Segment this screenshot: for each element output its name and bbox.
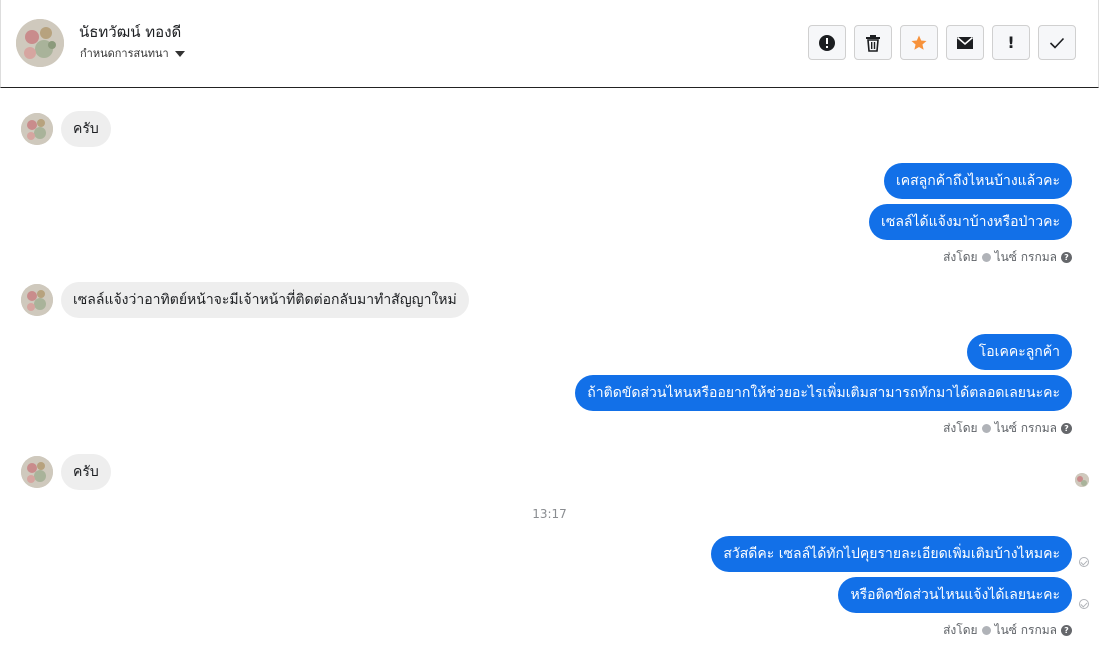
mark-unread-button[interactable] [946,25,984,60]
trash-icon [866,34,880,52]
alert-circle-icon [819,34,835,51]
sent-by-prefix: ส่งโดย [943,250,978,264]
sent-by-name: ไนซ์ กรกมล [994,623,1057,637]
outgoing-message-bubble[interactable]: เคสลูกค้าถึงไหนบ้างแล้วคะ [883,163,1072,199]
incoming-message-row: เซลล์แจ้งว่าอาทิตย์หน้าจะมีเจ้าหน้าที่ติ… [21,282,469,318]
agent-status-icon [981,424,991,433]
contact-avatar-small [21,456,53,488]
envelope-icon [956,36,974,49]
delivered-check-icon [1079,557,1089,567]
delete-button[interactable] [854,25,892,60]
conversation-assignment-label: กำหนดการสนทนา [80,47,169,60]
outgoing-message-bubble[interactable]: สวัสดีคะ เซลล์ได้ทักไปคุยรายละเอียดเพิ่ม… [711,536,1072,572]
time-separator: 13:17 [532,507,567,521]
help-icon[interactable]: ? [1061,252,1072,263]
sent-by-name: ไนซ์ กรกมล [994,421,1057,435]
incoming-message-row: ครับ [21,111,111,147]
star-icon [911,35,927,50]
spam-button[interactable]: ! [992,25,1030,60]
incoming-message-row: ครับ [21,454,111,490]
check-icon [1049,37,1065,49]
outgoing-message-bubble[interactable]: โอเคคะลูกค้า [966,334,1072,370]
caret-down-icon [174,51,185,57]
seen-avatar [1075,473,1089,487]
help-icon[interactable]: ? [1061,625,1072,636]
outgoing-message-bubble[interactable]: หรือติดขัดส่วนไหนแจ้งได้เลยนะคะ [838,577,1072,613]
star-button[interactable] [900,25,938,60]
message-thread[interactable]: ครับ เคสลูกค้าถึงไหนบ้างแล้วคะ เซลล์ได้แ… [0,89,1099,652]
contact-avatar-small [21,284,53,316]
alert-button[interactable] [808,25,846,60]
exclamation-icon: ! [1007,33,1015,52]
sent-by-prefix: ส่งโดย [943,421,978,435]
delivered-check-icon [1079,599,1089,609]
contact-name[interactable]: นัธทวัฒน์ ทองดี [79,20,181,44]
sent-by-info: ส่งโดย ไนซ์ กรกมล ? [943,248,1072,267]
mark-done-button[interactable] [1038,25,1076,60]
sent-by-info: ส่งโดย ไนซ์ กรกมล ? [943,621,1072,640]
outgoing-message-bubble[interactable]: ถ้าติดขัดส่วนไหนหรืออยากให้ช่วยอะไรเพิ่ม… [575,375,1072,411]
conversation-assignment-dropdown[interactable]: กำหนดการสนทนา [80,44,185,62]
help-icon[interactable]: ? [1061,423,1072,434]
incoming-message-bubble[interactable]: เซลล์แจ้งว่าอาทิตย์หน้าจะมีเจ้าหน้าที่ติ… [61,282,469,318]
contact-avatar[interactable] [16,19,64,67]
sent-by-prefix: ส่งโดย [943,623,978,637]
incoming-message-bubble[interactable]: ครับ [61,454,111,490]
agent-status-icon [981,626,991,635]
header-actions: ! [808,25,1076,60]
contact-avatar-small [21,113,53,145]
sent-by-name: ไนซ์ กรกมล [994,250,1057,264]
sent-by-info: ส่งโดย ไนซ์ กรกมล ? [943,419,1072,438]
incoming-message-bubble[interactable]: ครับ [61,111,111,147]
outgoing-message-bubble[interactable]: เซลล์ได้แจ้งมาบ้างหรือป่าวคะ [869,204,1072,240]
conversation-header: นัธทวัฒน์ ทองดี กำหนดการสนทนา ! [0,0,1099,88]
agent-status-icon [981,253,991,262]
